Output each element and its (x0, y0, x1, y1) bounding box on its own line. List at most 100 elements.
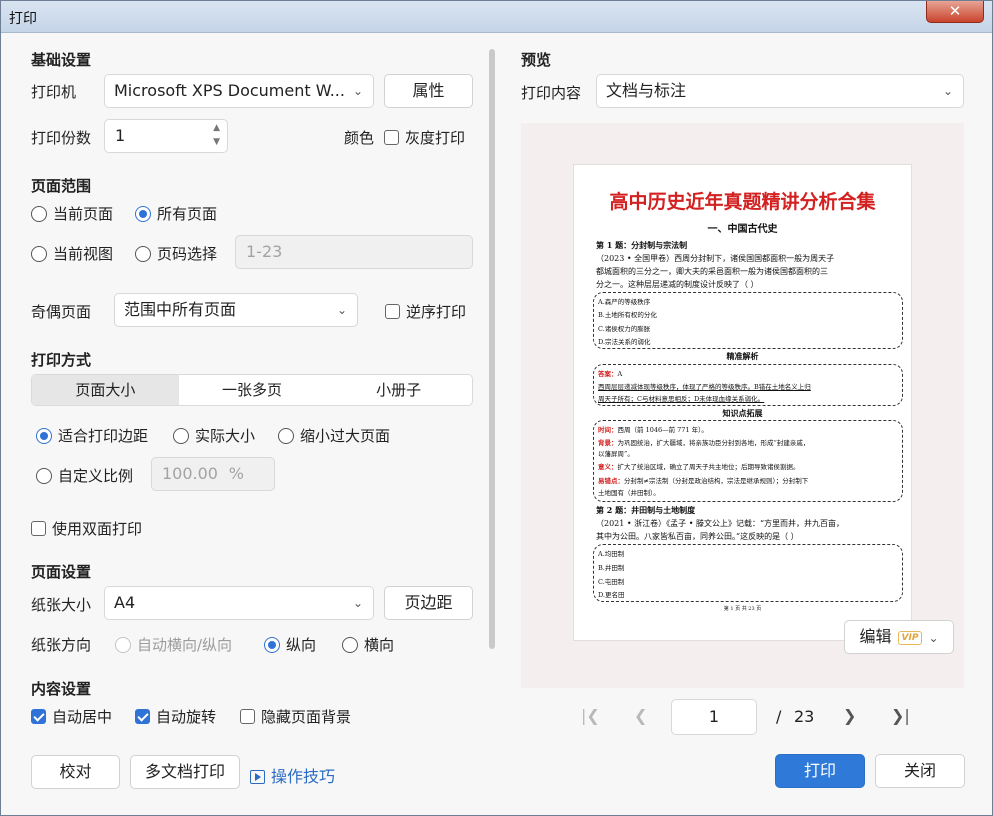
radio-current-page[interactable]: 当前页面 (31, 203, 113, 224)
radio-label: 自定义比例 (58, 467, 134, 485)
chevron-down-icon: ⌄ (336, 303, 347, 317)
duplex-checkbox[interactable]: 使用双面打印 (31, 518, 142, 539)
grayscale-checkbox[interactable]: 灰度打印 (384, 127, 465, 148)
doc-q1-title: 第 1 题：分封制与宗法制 (596, 240, 688, 250)
radio-icon[interactable] (31, 205, 47, 222)
reverse-print-checkbox[interactable]: 逆序打印 (385, 301, 466, 322)
copies-value: 1 (115, 126, 126, 145)
doc-analysis-box: 答案：A 西周层层递减体现等级秩序，体现了严格的等级秩序。B错在土地名义上归 周… (593, 364, 903, 406)
checkbox-icon[interactable] (31, 521, 46, 536)
tips-link[interactable]: 操作技巧 (250, 763, 335, 787)
radio-custom-scale[interactable]: 自定义比例 (36, 465, 133, 486)
doc-q2-line: （2021 • 浙江卷）《孟子 • 滕文公上》记载：“方里而井，井九百亩， (596, 519, 845, 528)
doc-ext-text: 扩大了统治区域，确立了周天子共主地位；后期导致诸侯割据。 (617, 463, 800, 471)
print-button[interactable]: 打印 (775, 754, 865, 788)
doc-option: D.宗法关系的弱化 (598, 338, 651, 346)
radio-all-pages[interactable]: 所有页面 (135, 203, 217, 224)
radio-landscape[interactable]: 横向 (342, 634, 394, 655)
stepper-arrows-icon[interactable]: ▲ ▼ (213, 121, 220, 149)
radio-selected-icon[interactable] (264, 636, 280, 653)
prev-page-icon[interactable]: ❮ (634, 706, 647, 725)
vertical-scrollbar[interactable] (489, 49, 495, 649)
paper-size-select[interactable]: A4 ⌄ (104, 586, 374, 620)
print-mode-heading: 打印方式 (31, 351, 92, 369)
radio-selected-icon[interactable] (36, 427, 52, 444)
title-bar: 打印 ✕ (1, 1, 992, 33)
tab-page-size[interactable]: 页面大小 (32, 375, 179, 405)
print-content-select[interactable]: 文档与标注 ⌄ (596, 74, 964, 108)
printer-label: 打印机 (31, 83, 77, 101)
radio-actual-size[interactable]: 实际大小 (173, 425, 255, 446)
radio-icon[interactable] (342, 636, 358, 653)
page-total: 23 (794, 707, 815, 726)
auto-center-checkbox[interactable]: 自动居中 (31, 706, 112, 727)
doc-option: B.井田制 (598, 564, 625, 572)
radio-selected-icon[interactable] (135, 205, 151, 222)
doc-extension-title: 知识点拓展 (722, 408, 763, 418)
checkbox-label: 隐藏页面背景 (261, 708, 352, 726)
radio-portrait[interactable]: 纵向 (264, 634, 316, 655)
radio-label: 纵向 (286, 636, 317, 654)
auto-rotate-checkbox[interactable]: 自动旋转 (135, 706, 216, 727)
radio-disabled-icon[interactable] (115, 636, 131, 653)
copies-label: 打印份数 (31, 129, 92, 147)
checkbox-label: 自动旋转 (156, 708, 217, 726)
doc-analysis-line: 西周层层递减体现等级秩序，体现了严格的等级秩序。B错在土地名义上归 (598, 383, 811, 391)
copies-stepper[interactable]: 1 ▲ ▼ (104, 119, 228, 153)
close-window-button[interactable]: ✕ (926, 1, 984, 23)
radio-shrink-oversize[interactable]: 缩小过大页面 (278, 425, 390, 446)
radio-icon[interactable] (173, 427, 189, 444)
radio-label: 适合打印边距 (58, 427, 149, 445)
radio-current-view[interactable]: 当前视图 (31, 243, 113, 264)
doc-title: 高中历史近年真题精讲分析合集 (609, 192, 876, 213)
doc-answer-value: A (617, 370, 623, 378)
radio-icon[interactable] (31, 245, 47, 262)
chevron-down-icon: ⌄ (352, 596, 363, 610)
edit-button[interactable]: 编辑 VIP ⌄ (844, 620, 954, 654)
doc-ext-key: 时间： (598, 426, 618, 434)
printer-select[interactable]: Microsoft XPS Document W... ⌄ (104, 74, 374, 108)
doc-q1-line: 都城面积的三分之一，卿大夫的采邑面积一般为诸侯国都面积的三 (596, 267, 828, 276)
printer-select-value: Microsoft XPS Document W... (114, 81, 345, 100)
doc-ext-text: 土地国有（井田制）。 (598, 489, 660, 497)
page-select-input[interactable]: 1-23 (235, 235, 473, 269)
tab-multi-page[interactable]: 一张多页 (179, 375, 326, 405)
checkbox-icon[interactable] (240, 709, 255, 724)
radio-label: 缩小过大页面 (300, 427, 391, 445)
page-number-input[interactable]: 1 (671, 699, 757, 735)
first-page-icon[interactable]: |❮ (581, 706, 600, 725)
margins-button[interactable]: 页边距 (384, 586, 473, 620)
checkbox-icon[interactable] (384, 130, 399, 145)
close-button[interactable]: 关闭 (875, 754, 965, 788)
radio-page-select[interactable]: 页码选择 (135, 243, 217, 264)
last-page-icon[interactable]: ❯| (891, 706, 910, 725)
odd-even-select[interactable]: 范围中所有页面 ⌄ (114, 293, 358, 327)
doc-option: A.森严的等级秩序 (598, 298, 651, 306)
radio-icon[interactable] (36, 467, 52, 484)
edit-label: 编辑 (859, 627, 892, 646)
next-page-icon[interactable]: ❯ (843, 706, 856, 725)
page-range-heading: 页面范围 (31, 177, 92, 195)
doc-extension-box: 时间：西周（前 1046—前 771 年）。 背景：为巩固统治，扩大疆域，将亲族… (593, 420, 903, 502)
multi-document-print-button[interactable]: 多文档打印 (130, 755, 240, 789)
radio-label: 当前页面 (53, 205, 114, 223)
printer-properties-button[interactable]: 属性 (384, 74, 473, 108)
doc-q2-title: 第 2 题：井田制与土地制度 (596, 505, 696, 515)
checkbox-checked-icon[interactable] (31, 709, 46, 724)
radio-label: 页码选择 (157, 245, 218, 263)
hide-background-checkbox[interactable]: 隐藏页面背景 (240, 706, 351, 727)
radio-icon[interactable] (278, 427, 294, 444)
tab-booklet[interactable]: 小册子 (325, 375, 472, 405)
radio-label: 横向 (364, 636, 395, 654)
checkbox-icon[interactable] (385, 304, 400, 319)
doc-page-footer: 第 1 页 共 23 页 (723, 606, 762, 612)
custom-scale-input[interactable]: 100.00 % (151, 457, 275, 491)
radio-label: 所有页面 (157, 205, 218, 223)
doc-ext-text: 西周（前 1046—前 771 年）。 (617, 426, 708, 434)
proofread-button[interactable]: 校对 (31, 755, 120, 789)
radio-icon[interactable] (135, 245, 151, 262)
radio-auto-orientation[interactable]: 自动横向/纵向 (115, 634, 232, 655)
color-label: 颜色 (344, 129, 375, 147)
radio-fit-margin[interactable]: 适合打印边距 (36, 425, 148, 446)
checkbox-checked-icon[interactable] (135, 709, 150, 724)
